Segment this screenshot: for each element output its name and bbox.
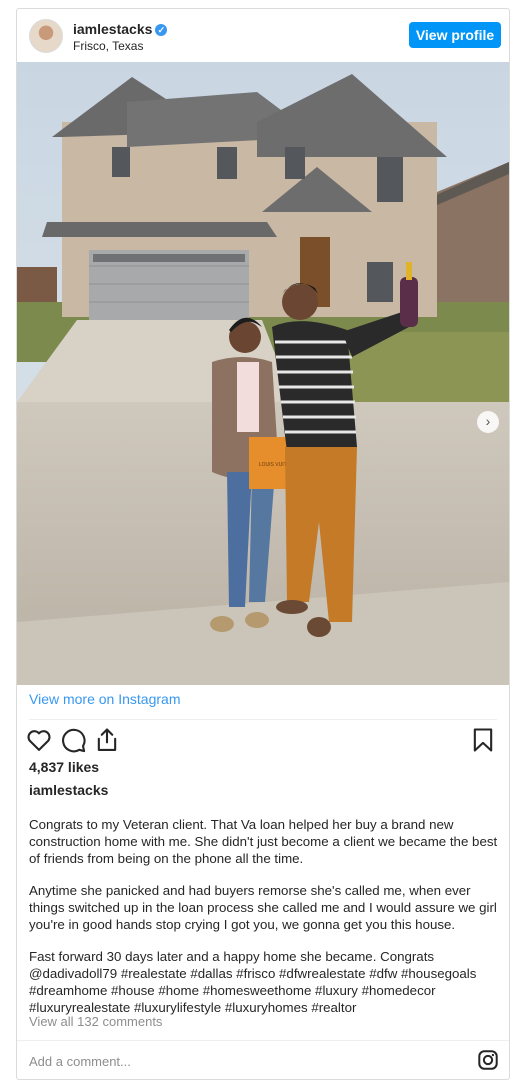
- username-text: iamlestacks: [73, 21, 153, 37]
- bookmark-icon[interactable]: [469, 726, 497, 754]
- location-link[interactable]: Frisco, Texas: [73, 39, 143, 53]
- heart-icon[interactable]: [25, 726, 53, 754]
- caption-username[interactable]: iamlestacks: [29, 782, 108, 798]
- carousel-next-button[interactable]: ›: [477, 411, 499, 433]
- likes-count[interactable]: 4,837 likes: [29, 759, 99, 775]
- chevron-right-icon: ›: [485, 413, 491, 429]
- post-header: iamlestacks ✓ Frisco, Texas View profile: [17, 9, 509, 61]
- avatar[interactable]: [29, 19, 63, 53]
- photo-illustration: LOUIS VUITTON: [17, 62, 509, 685]
- instagram-embed-card: iamlestacks✓ Frisco, Texas View profile: [16, 8, 510, 1080]
- caption-paragraph: Anytime she panicked and had buyers remo…: [29, 883, 497, 932]
- caption-paragraph: Fast forward 30 days later and a happy h…: [29, 949, 477, 1015]
- divider: [29, 719, 497, 720]
- divider: [17, 1040, 509, 1041]
- username-link[interactable]: iamlestacks ✓: [73, 21, 168, 37]
- instagram-logo-icon[interactable]: [477, 1049, 499, 1071]
- caption-text: Congrats to my Veteran client. That Va l…: [29, 816, 499, 1016]
- view-profile-button[interactable]: View profile: [409, 22, 501, 48]
- view-more-link[interactable]: View more on Instagram: [29, 691, 180, 707]
- add-comment-input[interactable]: Add a comment...: [29, 1054, 131, 1069]
- share-icon[interactable]: [93, 726, 121, 754]
- comment-icon[interactable]: [59, 726, 87, 754]
- action-bar: [25, 726, 501, 758]
- verified-badge-icon: ✓: [155, 24, 168, 36]
- view-all-comments-link[interactable]: View all 132 comments: [29, 1014, 162, 1029]
- caption-paragraph: Congrats to my Veteran client. That Va l…: [29, 817, 498, 866]
- post-photo[interactable]: LOUIS VUITTON ›: [17, 62, 509, 685]
